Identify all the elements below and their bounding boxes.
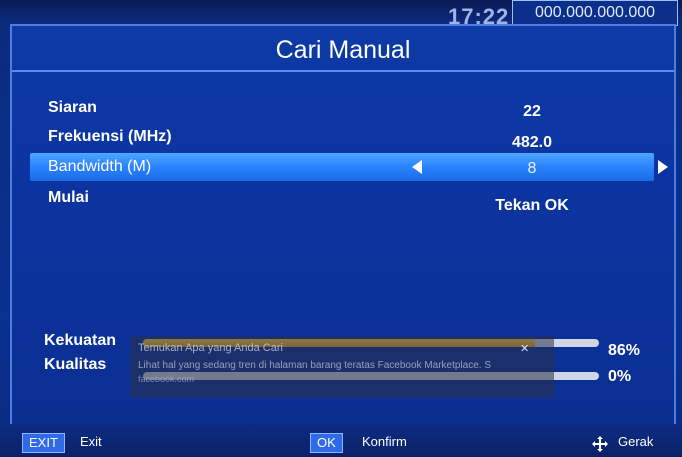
notification-source: facebook.com: [138, 374, 195, 384]
setting-row-mulai[interactable]: Mulai Tekan OK: [12, 184, 674, 214]
setting-value: Tekan OK: [495, 197, 569, 214]
setting-value: 8: [527, 160, 537, 177]
ok-label: Konfirm: [362, 434, 407, 449]
quality-percent: 0%: [608, 368, 632, 385]
exit-key[interactable]: EXIT: [22, 433, 65, 453]
setting-row-frekuensi[interactable]: Frekuensi (MHz) 482.0: [12, 123, 674, 151]
arrow-right-icon[interactable]: [658, 160, 668, 174]
setting-value: 22: [523, 103, 541, 120]
quality-label: Kualitas: [44, 356, 107, 373]
setting-label: Frekuensi (MHz): [48, 128, 172, 145]
setting-label: Bandwidth (M): [48, 158, 152, 175]
number-display: 000.000.000.000: [512, 0, 678, 26]
notification-body: Lihat hal yang sedang tren di halaman ba…: [138, 360, 491, 371]
tv-screen: 17:22 000.000.000.000 Cari Manual Siaran…: [0, 0, 682, 457]
arrow-left-icon[interactable]: [412, 160, 422, 174]
close-icon[interactable]: ✕: [520, 342, 532, 355]
footer-help-bar: EXIT Exit OK Konfirm Gerak: [0, 424, 682, 457]
notification-popup[interactable]: Temukan Apa yang Anda Cari Lihat hal yan…: [130, 336, 554, 398]
move-label: Gerak: [618, 434, 654, 449]
strength-percent: 86%: [608, 342, 641, 359]
top-status-bar: 17:22 000.000.000.000: [0, 0, 682, 26]
setting-label: Siaran: [48, 99, 97, 116]
clock: 17:22: [448, 4, 510, 24]
move-arrows-icon: [592, 436, 608, 452]
page-title: Cari Manual: [275, 36, 411, 64]
setting-label: Mulai: [48, 189, 89, 206]
setting-row-siaran[interactable]: Siaran 22: [12, 94, 674, 122]
setting-row-bandwidth[interactable]: Bandwidth (M) 8: [30, 153, 668, 181]
notification-title: Temukan Apa yang Anda Cari: [138, 342, 283, 354]
ok-key[interactable]: OK: [310, 433, 343, 453]
strength-label: Kekuatan: [44, 332, 117, 349]
manual-search-window: Cari Manual Siaran 22 Frekuensi (MHz) 48…: [10, 24, 676, 426]
title-divider: [12, 70, 674, 72]
exit-label: Exit: [80, 434, 102, 449]
